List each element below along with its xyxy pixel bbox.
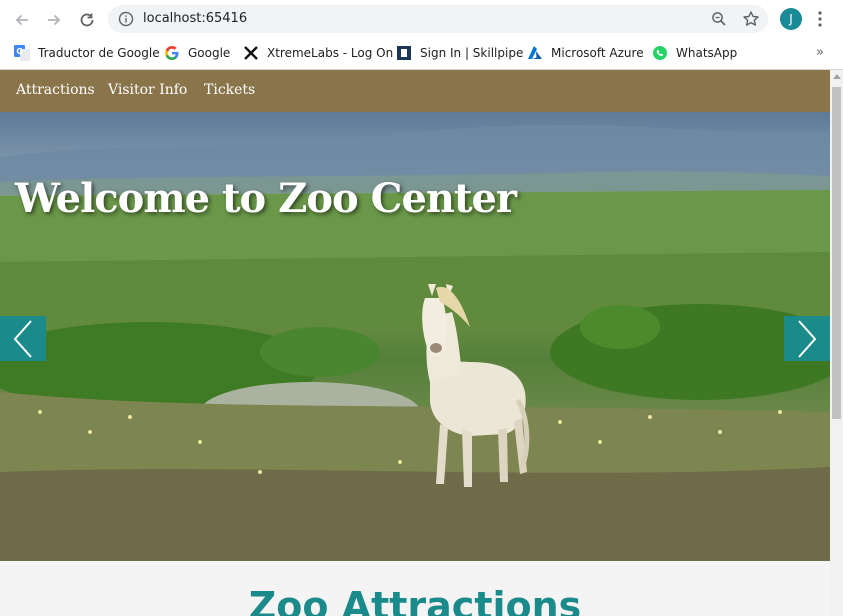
chevron-left-icon	[13, 319, 32, 358]
bookmark-xtremelabs[interactable]: XtremeLabs - Log On	[243, 42, 393, 64]
reload-icon	[80, 13, 94, 27]
chevron-right-icon	[798, 319, 817, 358]
section-title: Zoo Attractions	[248, 584, 582, 616]
scroll-up-icon[interactable]	[833, 74, 841, 79]
hero-carousel: Welcome to Zoo Center	[0, 112, 830, 561]
bookmark-label: WhatsApp	[676, 46, 738, 60]
zoom-icon[interactable]	[711, 11, 727, 27]
profile-avatar[interactable]: J	[780, 8, 802, 30]
reload-button[interactable]	[74, 7, 100, 33]
bookmarks-bar: G Traductor de Google Google XtremeLabs …	[0, 38, 843, 70]
bookmarks-overflow-button[interactable]: »	[816, 45, 824, 60]
bookmark-whatsapp[interactable]: WhatsApp	[652, 42, 737, 64]
bookmark-label: Traductor de Google	[38, 46, 160, 60]
page-scrollbar[interactable]	[830, 70, 843, 616]
whatsapp-icon	[652, 45, 668, 61]
site-navbar: Attractions Visitor Info Tickets	[0, 70, 830, 112]
bookmark-google[interactable]: Google	[164, 42, 230, 64]
nav-link-visitor-info[interactable]: Visitor Info	[108, 82, 187, 98]
svg-text:G: G	[16, 47, 23, 56]
xtremelabs-icon	[243, 45, 259, 61]
bookmark-label: XtremeLabs - Log On	[267, 46, 394, 60]
bookmark-label: Microsoft Azure	[551, 46, 644, 60]
bookmark-label: Sign In | Skillpipe	[420, 46, 524, 60]
azure-icon	[527, 45, 543, 61]
address-bar[interactable]: localhost:65416	[108, 5, 768, 33]
page-viewport: Attractions Visitor Info Tickets Welcome…	[0, 70, 830, 616]
back-button[interactable]	[9, 7, 35, 33]
hero-title: Welcome to Zoo Center	[15, 175, 517, 222]
info-icon[interactable]	[118, 11, 134, 27]
bookmark-star-icon[interactable]	[742, 10, 760, 28]
bookmark-label: Google	[188, 46, 231, 60]
browser-toolbar: localhost:65416 J	[0, 0, 843, 38]
bookmark-azure[interactable]: Microsoft Azure	[527, 42, 644, 64]
carousel-next-button[interactable]	[784, 316, 830, 361]
google-translate-icon: G	[14, 45, 30, 61]
scrollbar-thumb[interactable]	[832, 87, 841, 419]
google-icon	[164, 45, 180, 61]
nav-link-attractions[interactable]: Attractions	[16, 82, 95, 98]
forward-button[interactable]	[41, 7, 67, 33]
forward-arrow-icon	[48, 14, 61, 26]
bookmark-skillpipe[interactable]: Sign In | Skillpipe	[396, 42, 523, 64]
bookmark-google-translate[interactable]: G Traductor de Google	[14, 42, 160, 64]
carousel-prev-button[interactable]	[0, 316, 46, 361]
back-arrow-icon	[15, 14, 28, 26]
url-text[interactable]: localhost:65416	[143, 11, 247, 26]
nav-link-tickets[interactable]: Tickets	[204, 82, 255, 98]
skillpipe-icon	[396, 45, 412, 61]
browser-menu-icon[interactable]	[817, 10, 823, 28]
